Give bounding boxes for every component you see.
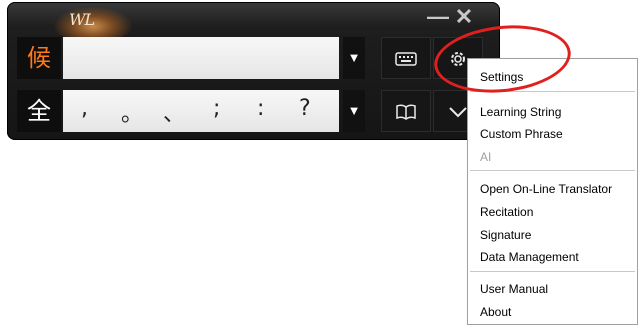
- menu-item-online-translator[interactable]: Open On-Line Translator: [480, 179, 612, 199]
- menu-item-signature[interactable]: Signature: [480, 225, 531, 245]
- punct-enum-comma[interactable]: 、: [163, 96, 185, 128]
- punctuation-bar: , 。 、 ; : ?: [63, 90, 339, 132]
- menu-item-recitation[interactable]: Recitation: [480, 202, 533, 222]
- close-button[interactable]: ✕: [453, 6, 475, 28]
- menu-item-data-management[interactable]: Data Management: [480, 247, 579, 267]
- candidate-row: 候 ▼: [17, 37, 497, 79]
- book-icon: [396, 104, 416, 121]
- punctuation-row: 全 , 。 、 ; : ? ▼: [17, 90, 497, 132]
- punct-semicolon[interactable]: ;: [213, 96, 220, 121]
- settings-menu: Settings Learning String Custom Phrase A…: [467, 58, 638, 325]
- keyboard-icon: [395, 52, 417, 66]
- minimize-button[interactable]: —: [427, 6, 449, 28]
- menu-separator: [470, 170, 635, 171]
- menu-separator: [470, 271, 635, 272]
- soft-keyboard-button[interactable]: [381, 37, 431, 79]
- menu-item-user-manual[interactable]: User Manual: [480, 279, 548, 299]
- candidate-mode-indicator[interactable]: 候: [17, 37, 61, 79]
- menu-item-learning-string[interactable]: Learning String: [480, 102, 561, 122]
- candidate-dropdown-button[interactable]: ▼: [343, 37, 365, 79]
- composition-input[interactable]: [63, 37, 339, 79]
- dictionary-button[interactable]: [381, 90, 431, 132]
- punct-question[interactable]: ?: [299, 96, 311, 121]
- logo-mark: WL: [69, 10, 95, 29]
- menu-item-about[interactable]: About: [480, 302, 511, 322]
- chevron-icon: [449, 107, 467, 118]
- ime-toolbar: WL — ✕ 候 ▼ 全 , 。 、 ; : ? ▼: [7, 2, 500, 140]
- fullwidth-mode-indicator[interactable]: 全: [17, 90, 61, 132]
- menu-item-custom-phrase[interactable]: Custom Phrase: [480, 124, 563, 144]
- punct-colon[interactable]: :: [257, 96, 264, 121]
- punct-comma[interactable]: ,: [81, 96, 88, 121]
- punct-period[interactable]: 。: [121, 96, 143, 128]
- menu-item-ai: AI: [480, 150, 492, 164]
- punctuation-dropdown-button[interactable]: ▼: [343, 90, 365, 132]
